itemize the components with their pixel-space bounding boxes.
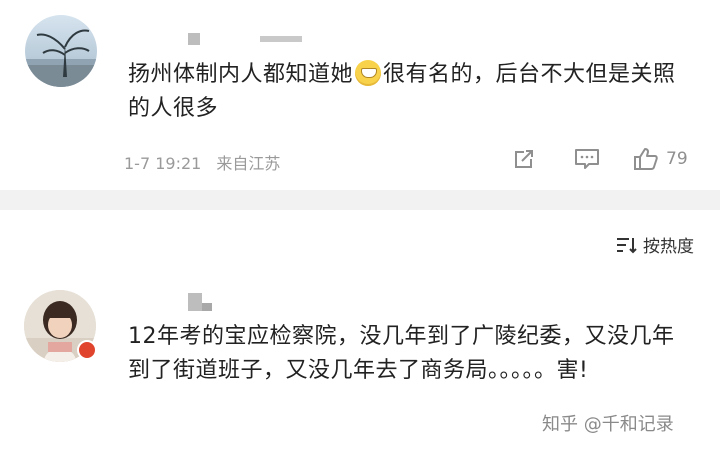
comment-meta: 1-7 19:21 来自江苏 (124, 150, 290, 174)
username-redacted[interactable] (188, 293, 258, 311)
like-count: 79 (666, 149, 688, 169)
avatar[interactable] (25, 15, 97, 87)
verified-badge-icon (77, 340, 97, 360)
sort-label: 按热度 (643, 237, 694, 257)
like-button[interactable]: 79 (632, 146, 688, 172)
watermark: 知乎 @千和记录 (542, 414, 674, 435)
comment-date: 1-7 19:21 (124, 154, 202, 173)
section-divider (0, 190, 720, 210)
comment-icon (575, 149, 599, 169)
grinning-face-icon (355, 60, 382, 86)
sort-by-hot-button[interactable]: 按热度 (615, 232, 694, 257)
comment-location: 来自江苏 (216, 154, 281, 173)
username-redacted[interactable] (188, 33, 308, 47)
thumbs-up-icon (634, 148, 658, 170)
reply-button[interactable] (573, 146, 601, 172)
comment-text: 扬州体制内人都知道她 很有名的，后台不大但是关照的人很多 (128, 60, 676, 121)
sort-icon (617, 237, 637, 253)
share-button[interactable] (511, 146, 537, 172)
comment-text: 12年考的宝应检察院，没几年到了广陵纪委，又没几年到了街道班子，又没几年去了商务… (128, 324, 675, 383)
comment-card: 扬州体制内人都知道她 很有名的，后台不大但是关照的人很多 1-7 19:21 来自… (0, 0, 720, 190)
share-icon (515, 150, 533, 168)
tree-landscape-icon (25, 29, 97, 87)
sort-bar (0, 210, 720, 258)
